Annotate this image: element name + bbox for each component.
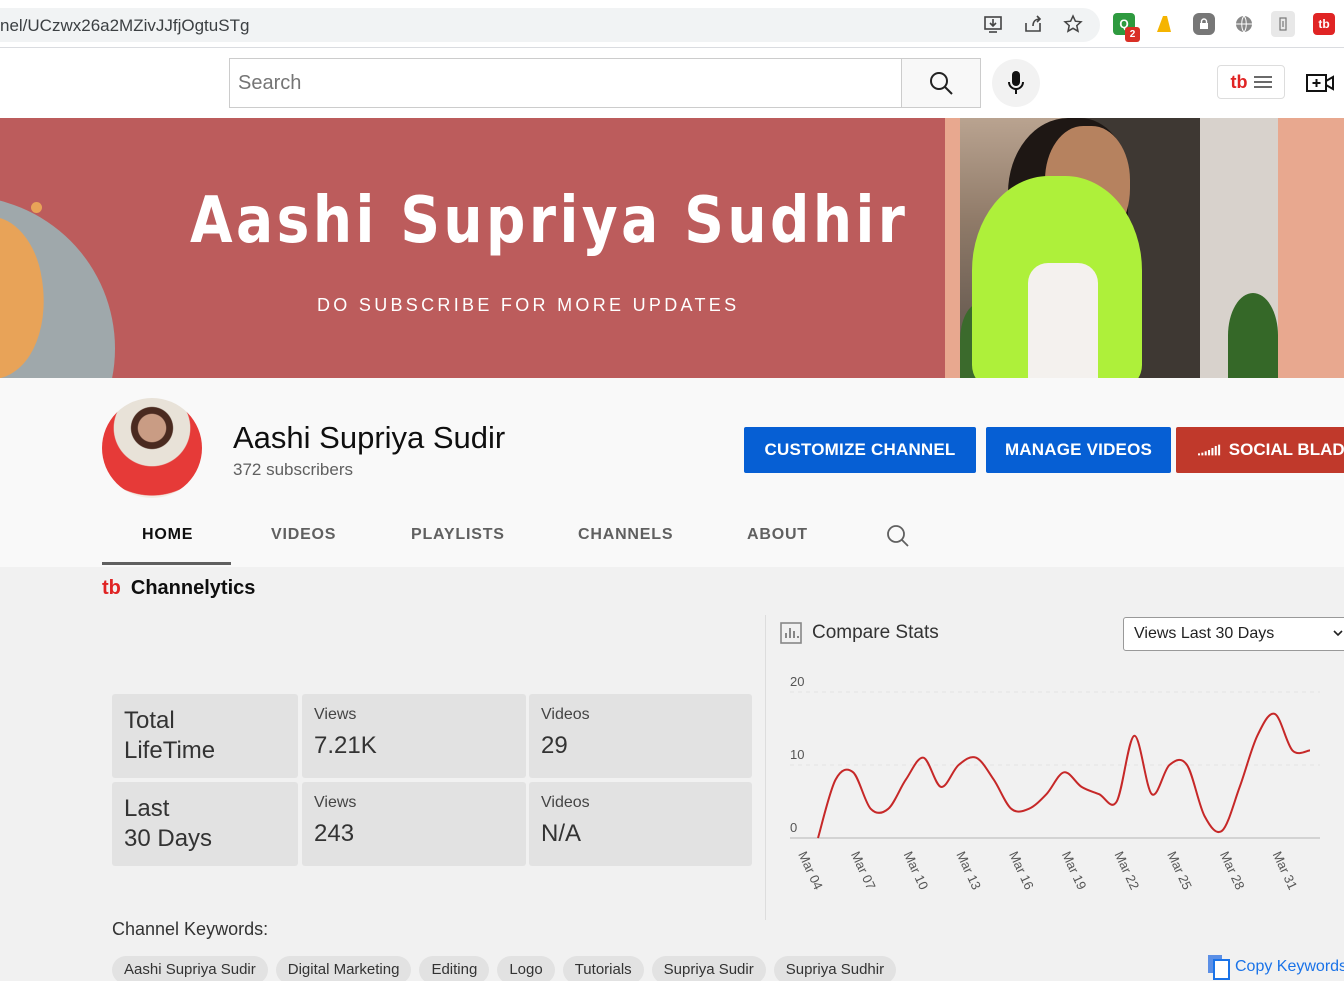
search-button[interactable] bbox=[901, 58, 981, 108]
extension-pin-icon[interactable] bbox=[1271, 11, 1295, 37]
y-tick-label: 10 bbox=[790, 747, 804, 762]
keyword-chip[interactable]: Aashi Supriya Sudir bbox=[112, 956, 268, 981]
search-input[interactable] bbox=[238, 72, 838, 95]
compare-stats-select[interactable]: Views Last 30 Days bbox=[1123, 617, 1344, 651]
hamburger-icon bbox=[1253, 76, 1272, 88]
channelytics-title: Channelytics bbox=[130, 577, 256, 599]
x-tick-label: Mar 04 bbox=[795, 849, 826, 892]
stat-period-line1: Total bbox=[124, 707, 175, 734]
tab-videos[interactable]: VIDEOS bbox=[271, 526, 336, 544]
globe-icon[interactable] bbox=[1233, 13, 1255, 35]
stat-label: Videos bbox=[541, 794, 590, 811]
x-tick-label: Mar 25 bbox=[1164, 849, 1195, 892]
copy-keywords-link[interactable]: Copy Keywords bbox=[1207, 954, 1344, 980]
x-tick-label: Mar 19 bbox=[1059, 849, 1090, 892]
social-blade-button[interactable]: SOCIAL BLADE bbox=[1176, 427, 1344, 473]
share-icon[interactable] bbox=[1022, 13, 1044, 35]
tubebuddy-logo-icon: tb bbox=[1230, 71, 1248, 92]
banner-title: Aashi Supriya Sudhir bbox=[190, 184, 909, 258]
search-icon bbox=[930, 72, 953, 95]
x-tick-label: Mar 13 bbox=[953, 849, 984, 892]
compare-stats-header: Compare Stats bbox=[780, 622, 939, 644]
extension-yellow-icon[interactable] bbox=[1153, 13, 1175, 35]
channel-search-button[interactable] bbox=[885, 523, 911, 549]
chart-divider bbox=[765, 615, 766, 920]
tab-channels[interactable]: CHANNELS bbox=[578, 526, 673, 544]
keywords-list: Aashi Supriya Sudir Digital Marketing Edit… bbox=[112, 956, 897, 981]
x-tick-label: Mar 22 bbox=[1112, 849, 1143, 892]
chevron-down-icon bbox=[1333, 630, 1343, 637]
tab-about[interactable]: ABOUT bbox=[747, 526, 808, 544]
active-tab-indicator bbox=[102, 562, 231, 565]
stat-period-line1: Last bbox=[124, 795, 170, 822]
banner-photo bbox=[960, 118, 1278, 378]
y-tick-label: 0 bbox=[790, 820, 797, 835]
search-box[interactable] bbox=[229, 58, 902, 108]
stat-value: 243 bbox=[314, 820, 355, 847]
tab-playlists[interactable]: PLAYLISTS bbox=[411, 526, 505, 544]
keyword-chip[interactable]: Supriya Sudhir bbox=[773, 956, 897, 981]
stat-row-label: Total LifeTime bbox=[112, 694, 298, 778]
banner-subtitle: DO SUBSCRIBE FOR MORE UPDATES bbox=[317, 295, 740, 315]
x-tick-label: Mar 31 bbox=[1270, 849, 1301, 892]
tubebuddy-logo-icon: tb bbox=[102, 577, 121, 599]
x-tick-label: Mar 28 bbox=[1217, 849, 1248, 892]
keyword-chip[interactable]: Logo bbox=[497, 956, 555, 981]
create-video-button[interactable] bbox=[1305, 70, 1335, 96]
microphone-icon bbox=[1008, 71, 1024, 94]
extension-lock-icon[interactable] bbox=[1193, 13, 1215, 35]
stat-period-line2: 30 Days bbox=[124, 825, 213, 852]
keyword-chip[interactable]: Editing bbox=[419, 956, 490, 981]
x-tick-label: Mar 10 bbox=[901, 849, 932, 892]
x-tick-label: Mar 16 bbox=[1006, 849, 1037, 892]
copy-keywords-label: Copy Keywords bbox=[1235, 958, 1344, 975]
keyword-chip[interactable]: Tutorials bbox=[562, 956, 644, 981]
stat-value: 7.21K bbox=[314, 732, 377, 759]
stat-30day-videos: Videos N/A bbox=[529, 782, 752, 866]
voice-search-button[interactable] bbox=[992, 59, 1040, 107]
channel-header: Aashi Supriya Sudir 372 subscribers CUST… bbox=[0, 378, 1344, 567]
video-add-icon bbox=[1306, 74, 1334, 92]
install-icon[interactable] bbox=[982, 13, 1004, 35]
keyword-chip[interactable]: Supriya Sudir bbox=[651, 956, 766, 981]
address-bar-text[interactable]: nel/UCzwx26a2MZivJJfjOgtuSTg bbox=[0, 16, 249, 36]
banner-decor-dot bbox=[31, 202, 42, 213]
subscriber-count: 372 subscribers bbox=[233, 460, 354, 479]
keyword-chip[interactable]: Digital Marketing bbox=[275, 956, 412, 981]
stat-label: Views bbox=[314, 794, 357, 811]
stat-period-line2: LifeTime bbox=[124, 737, 216, 764]
browser-toolbar: nel/UCzwx26a2MZivJJfjOgtuSTg Q 2 tb bbox=[0, 0, 1344, 48]
extension-badge: 2 bbox=[1125, 27, 1140, 42]
youtube-header: tb bbox=[0, 48, 1344, 118]
copy-icon bbox=[1208, 955, 1230, 980]
stat-lifetime-views: Views 7.21K bbox=[302, 694, 526, 778]
tab-home[interactable]: HOME bbox=[142, 526, 193, 544]
customize-channel-button[interactable]: CUSTOMIZE CHANNEL bbox=[744, 427, 976, 473]
tubebuddy-menu-button[interactable]: tb bbox=[1217, 65, 1285, 99]
series-line bbox=[817, 712, 1311, 839]
stat-label: Videos bbox=[541, 706, 590, 723]
tubebuddy-extension-icon[interactable]: tb bbox=[1313, 13, 1335, 35]
x-tick-label: Mar 07 bbox=[848, 849, 879, 892]
signal-bars-icon bbox=[1198, 444, 1221, 456]
channel-banner: Aashi Supriya Sudhir DO SUBSCRIBE FOR MO… bbox=[0, 118, 1344, 378]
stat-value: N/A bbox=[541, 820, 582, 847]
bookmark-star-icon[interactable] bbox=[1062, 13, 1084, 35]
stat-lifetime-videos: Videos 29 bbox=[529, 694, 752, 778]
channel-avatar[interactable] bbox=[102, 398, 202, 498]
keywords-title: Channel Keywords: bbox=[112, 919, 269, 939]
stat-row-label: Last 30 Days bbox=[112, 782, 298, 866]
manage-videos-button[interactable]: MANAGE VIDEOS bbox=[986, 427, 1171, 473]
stat-value: 29 bbox=[541, 732, 568, 759]
search-icon bbox=[887, 525, 909, 547]
y-tick-label: 20 bbox=[790, 674, 804, 689]
stat-label: Views bbox=[314, 706, 357, 723]
channelytics-header: tb Channelytics bbox=[102, 577, 255, 600]
channel-name: Aashi Supriya Sudir bbox=[233, 420, 506, 455]
compare-stats-title: Compare Stats bbox=[812, 622, 939, 643]
social-blade-label: SOCIAL BLADE bbox=[1228, 440, 1344, 459]
views-line-chart: 0 10 20 Mar 04 Mar 07 Mar 10 Mar 13 Mar 16 Mar 1… bbox=[790, 674, 1320, 892]
bar-chart-icon bbox=[780, 622, 802, 644]
stat-30day-views: Views 243 bbox=[302, 782, 526, 866]
